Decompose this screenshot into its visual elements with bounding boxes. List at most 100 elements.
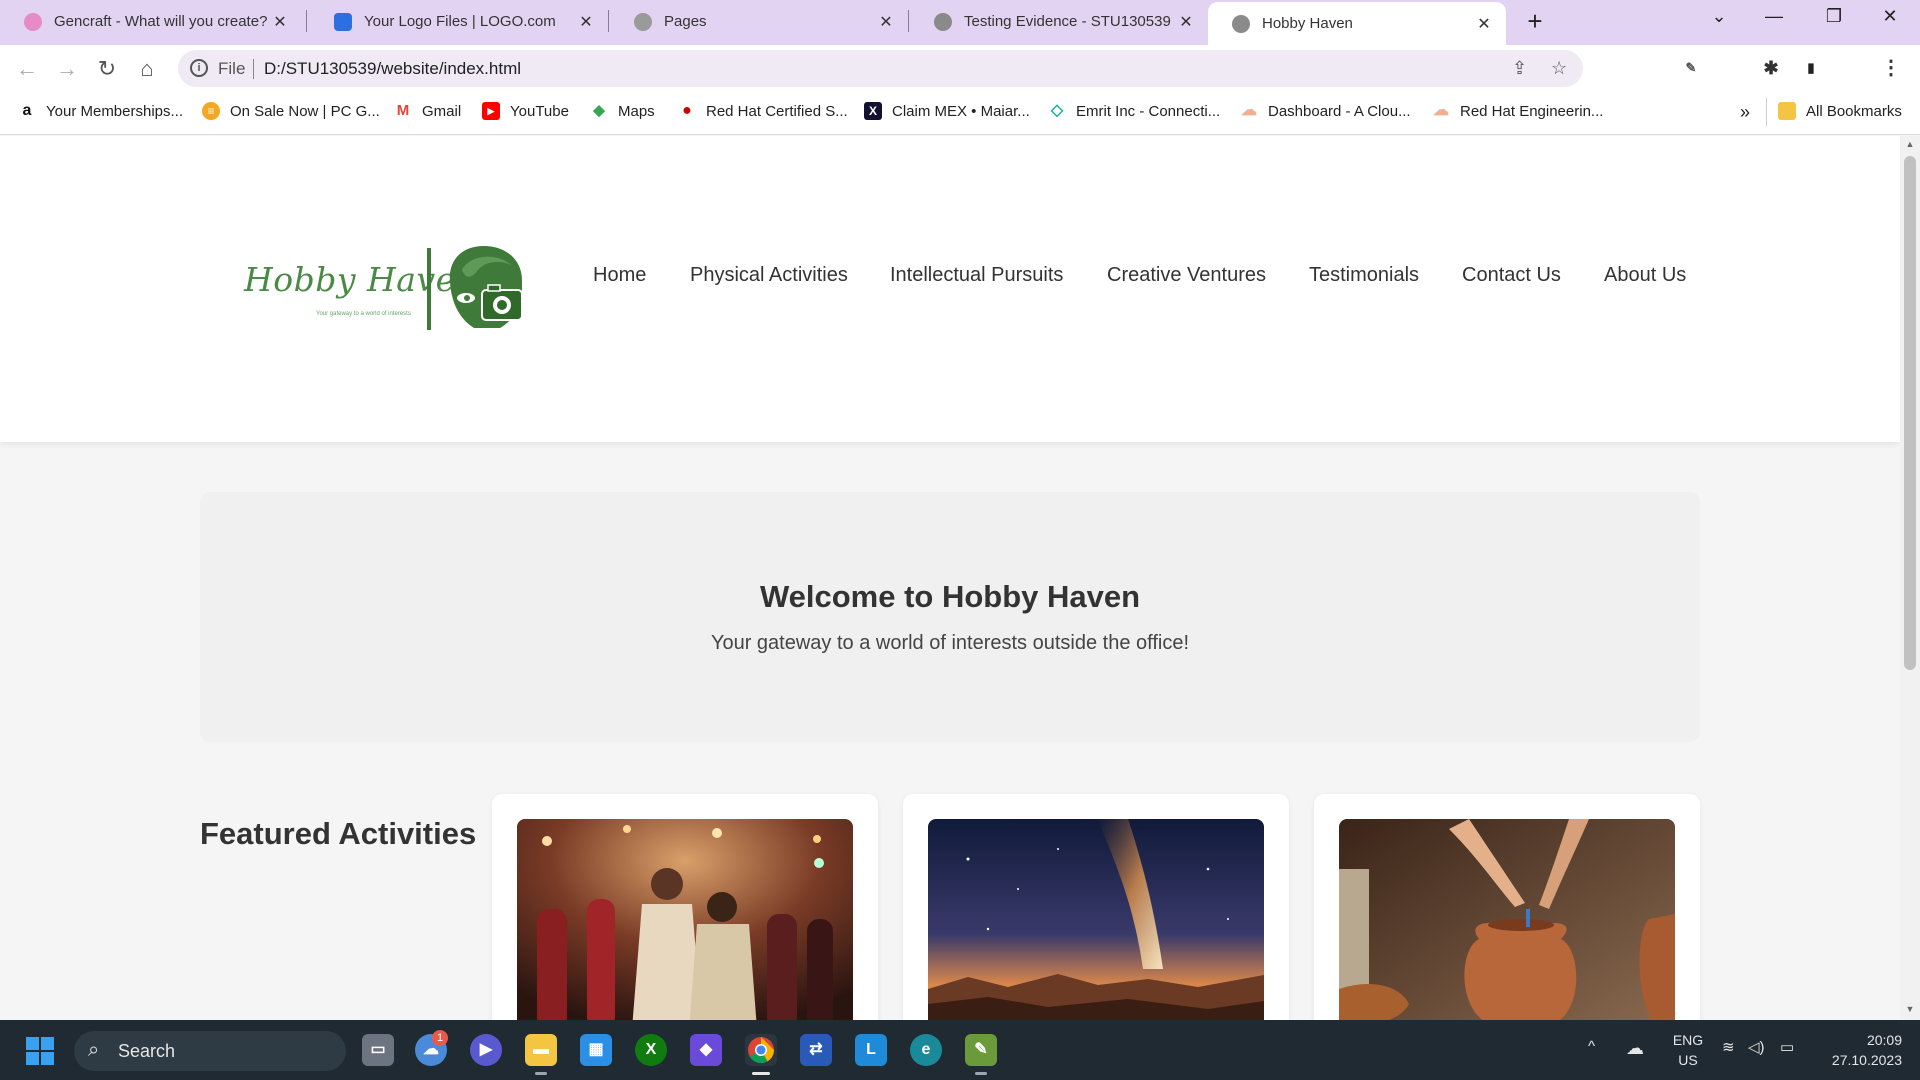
nav-about-us[interactable]: About Us [1604, 264, 1686, 287]
address-bar[interactable]: i File D:/STU130539/website/index.html ⇪… [178, 50, 1583, 87]
restore-button[interactable]: ❐ [1814, 6, 1854, 27]
back-button[interactable]: ← [12, 54, 42, 84]
page-scrollbar[interactable]: ▲ ▼ [1900, 136, 1920, 1020]
tab-logo-com[interactable]: Your Logo Files | LOGO.com ✕ [310, 0, 608, 43]
new-tab-button[interactable]: + [1520, 6, 1550, 37]
clock-time: 20:09 [1866, 1032, 1902, 1048]
battery-icon[interactable]: ▭ [1780, 1038, 1794, 1056]
bookmark-pc-gaming[interactable]: ≡ On Sale Now | PC G... [202, 102, 380, 120]
tab-title: Testing Evidence - STU130539 [964, 13, 1171, 30]
window-close-button[interactable]: ✕ [1870, 6, 1910, 27]
scroll-up-arrow-icon[interactable]: ▲ [1905, 139, 1915, 149]
opera-icon[interactable]: O [1600, 57, 1622, 79]
bookmark-red-hat-certified[interactable]: ● Red Hat Certified S... [678, 102, 848, 120]
youtube-icon: ▶ [482, 102, 500, 120]
system-clock[interactable]: 20:09 27.10.2023 [1822, 1030, 1902, 1070]
share-icon[interactable]: ⇪ [1512, 58, 1527, 79]
scroll-down-arrow-icon[interactable]: ▼ [1905, 1004, 1915, 1014]
language-indicator[interactable]: ENG US [1670, 1030, 1706, 1070]
puzzle-icon[interactable]: ✱ [1760, 57, 1782, 79]
file-explorer-icon[interactable]: ▬ [525, 1034, 557, 1066]
site-header: Hobby Haven Your gateway to a world of i… [0, 136, 1900, 442]
clock-date: 27.10.2023 [1831, 1052, 1902, 1068]
gmail-icon: M [396, 102, 410, 119]
reload-button[interactable]: ↻ [92, 54, 122, 84]
wifi-icon[interactable]: ≋ [1722, 1038, 1735, 1056]
tab-testing-evidence[interactable]: Testing Evidence - STU130539 ✕ [910, 0, 1208, 43]
windows-start-button[interactable] [26, 1037, 54, 1065]
xbox-icon[interactable]: X [635, 1034, 667, 1066]
bookmark-gmail[interactable]: M Gmail [394, 102, 461, 120]
profile-avatar[interactable]: ☺ [1840, 57, 1862, 79]
red-hat-icon: ● [682, 102, 692, 119]
nav-contact-us[interactable]: Contact Us [1462, 264, 1561, 287]
bookmark-emrit[interactable]: ◇ Emrit Inc - Connecti... [1048, 102, 1220, 120]
all-bookmarks-label: All Bookmarks [1806, 102, 1902, 120]
nav-intellectual-pursuits[interactable]: Intellectual Pursuits [890, 264, 1063, 287]
chrome-icon[interactable] [745, 1034, 777, 1066]
bookmark-red-hat-engineering[interactable]: ☁ Red Hat Engineerin... [1432, 102, 1603, 120]
microsoft-store-icon[interactable]: ▦ [580, 1034, 612, 1066]
taskbar-search-box[interactable]: ⌕ Search [74, 1031, 346, 1071]
tab-gencraft[interactable]: Gencraft - What will you create? ✕ [0, 0, 302, 43]
maps-icon: ◆ [593, 102, 605, 119]
amazon-icon: a [22, 102, 32, 119]
emrit-icon: ◇ [1050, 102, 1064, 119]
tab-strip: Gencraft - What will you create? ✕ Your … [0, 0, 1920, 45]
close-icon[interactable]: ✕ [576, 12, 596, 32]
activity-card[interactable] [492, 794, 878, 1020]
bookmark-memberships[interactable]: a Your Memberships... [18, 102, 183, 120]
featured-activities-title: Featured Activities [200, 816, 477, 851]
close-icon[interactable]: ✕ [1176, 12, 1196, 32]
nav-testimonials[interactable]: Testimonials [1309, 264, 1419, 287]
nav-home[interactable]: Home [593, 264, 646, 287]
bookmark-label: YouTube [510, 102, 569, 120]
activity-card[interactable] [1314, 794, 1700, 1020]
edge-icon[interactable]: e [910, 1034, 942, 1066]
tab-pages[interactable]: Pages ✕ [610, 0, 908, 43]
language-code: ENG [1672, 1032, 1704, 1048]
site-info-icon[interactable]: i [190, 59, 208, 77]
hero-section: Welcome to Hobby Haven Your gateway to a… [200, 492, 1700, 742]
close-icon[interactable]: ✕ [876, 12, 896, 32]
nav-creative-ventures[interactable]: Creative Ventures [1107, 264, 1266, 287]
volume-icon[interactable]: ◁) [1748, 1038, 1765, 1056]
r-icon[interactable]: R [1720, 57, 1742, 79]
teams-meet-icon[interactable]: ▶ [470, 1034, 502, 1066]
close-icon[interactable]: ✕ [1474, 14, 1494, 34]
home-button[interactable]: ⌂ [132, 54, 162, 84]
close-icon[interactable]: ✕ [270, 12, 290, 32]
image-editor-icon[interactable]: ✎ [965, 1034, 997, 1066]
sidepanel-icon[interactable]: ▮ [1800, 57, 1822, 79]
pottery-making-photo[interactable] [1339, 819, 1675, 1020]
tab-hobby-haven[interactable]: Hobby Haven ✕ [1208, 2, 1506, 45]
tab-search-icon[interactable]: ⌄ [1699, 6, 1739, 27]
grammarly-icon[interactable]: G [1640, 57, 1662, 79]
scrollbar-thumb[interactable] [1904, 156, 1916, 670]
tab-divider [908, 10, 909, 32]
network-manager-icon[interactable]: ⇄ [800, 1034, 832, 1066]
bookmark-star-icon[interactable]: ☆ [1551, 58, 1567, 79]
url-divider [253, 59, 254, 79]
menu-icon[interactable]: ⋮ [1880, 57, 1902, 79]
l-app-icon[interactable]: L [855, 1034, 887, 1066]
tray-overflow-chevron-icon[interactable]: ^ [1588, 1038, 1595, 1055]
forward-button[interactable]: → [52, 54, 82, 84]
onedrive-cloud-icon[interactable]: ☁ [1626, 1038, 1644, 1059]
bookmarks-overflow-button[interactable]: » [1740, 102, 1750, 123]
copilot-app-icon[interactable]: ◆ [690, 1034, 722, 1066]
bookmark-claim-mex[interactable]: X Claim MEX • Maiar... [864, 102, 1030, 120]
activity-card[interactable] [903, 794, 1289, 1020]
logo-tagline: Your gateway to a world of interests [316, 311, 411, 317]
bookmark-dashboard[interactable]: ☁ Dashboard - A Clou... [1240, 102, 1411, 120]
pen-icon[interactable]: ✎ [1680, 57, 1702, 79]
bookmark-maps[interactable]: ◆ Maps [590, 102, 654, 120]
milky-way-landscape-photo[interactable] [928, 819, 1264, 1020]
minimize-button[interactable]: — [1754, 6, 1794, 27]
task-view-icon[interactable]: ▭ [362, 1034, 394, 1066]
all-bookmarks-button[interactable]: All Bookmarks [1778, 102, 1902, 120]
dancing-couple-photo[interactable] [517, 819, 853, 1020]
url-text[interactable]: D:/STU130539/website/index.html [264, 59, 521, 79]
nav-physical-activities[interactable]: Physical Activities [690, 264, 848, 287]
bookmark-youtube[interactable]: ▶ YouTube [482, 102, 569, 120]
